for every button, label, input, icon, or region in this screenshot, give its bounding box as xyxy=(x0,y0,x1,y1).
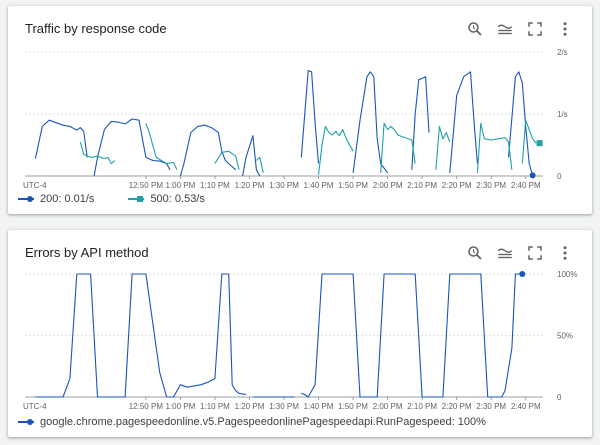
x-tick-label: 2:20 PM xyxy=(442,402,472,411)
legend-label: 200: 0.01/s xyxy=(40,193,95,205)
legend-swatch-200 xyxy=(18,194,34,204)
x-tick-label: 1:00 PM xyxy=(166,181,196,190)
x-tick-label: 1:40 PM xyxy=(304,181,334,190)
chart-legend: 200: 0.01/s 500: 0.53/s xyxy=(18,193,239,205)
y-tick-label: 100% xyxy=(557,270,577,279)
x-tick-label: 1:30 PM xyxy=(269,181,299,190)
series-end-marker xyxy=(529,172,536,179)
traffic-chart-card: Traffic by response code 0 1/s 2/s UTC-4 12:… xyxy=(8,6,592,214)
chart-legend: google.chrome.pagespeedonline.v5.Pagespe… xyxy=(18,416,520,428)
x-tick-label: 2:40 PM xyxy=(511,181,541,190)
x-tick-label: 2:30 PM xyxy=(476,402,506,411)
x-tick-label: 1:10 PM xyxy=(200,181,230,190)
legend-item-runpagespeed[interactable]: google.chrome.pagespeedonline.v5.Pagespe… xyxy=(18,416,486,428)
x-tick-label: 1:50 PM xyxy=(338,402,368,411)
legend-swatch-500 xyxy=(128,194,145,204)
x-tick-label: 12:50 PM xyxy=(129,402,164,411)
x-tick-label: 1:40 PM xyxy=(304,402,334,411)
x-tick-label: 2:00 PM xyxy=(373,402,403,411)
legend-item-200[interactable]: 200: 0.01/s xyxy=(18,193,94,205)
x-tick-label: 2:10 PM xyxy=(407,402,437,411)
x-tick-label: 1:20 PM xyxy=(235,181,265,190)
y-tick-label: 2/s xyxy=(557,48,568,57)
legend-item-500[interactable]: 500: 0.53/s xyxy=(128,193,205,205)
x-tick-label: 2:40 PM xyxy=(511,402,541,411)
series-end-marker xyxy=(536,140,543,147)
x-tick-label: 2:00 PM xyxy=(373,181,403,190)
errors-chart-card: Errors by API method 0 50% 100% UTC-4 12:50 … xyxy=(8,230,592,437)
x-tick-label: UTC-4 xyxy=(23,402,47,411)
x-tick-label: 1:30 PM xyxy=(269,402,299,411)
x-tick-label: 1:50 PM xyxy=(338,181,368,190)
y-tick-label: 1/s xyxy=(557,110,568,119)
x-tick-label: UTC-4 xyxy=(23,181,47,190)
errors-plot: 0 50% 100% UTC-4 12:50 PM 1:00 PM 1:10 PM 1:20 … xyxy=(23,270,577,411)
x-tick-label: 1:10 PM xyxy=(200,402,230,411)
legend-label: 500: 0.53/s xyxy=(150,193,205,205)
y-tick-label: 0 xyxy=(557,393,562,402)
x-tick-label: 2:20 PM xyxy=(442,181,472,190)
legend-label: google.chrome.pagespeedonline.v5.Pagespe… xyxy=(40,416,486,428)
series-line xyxy=(79,119,537,175)
series-end-marker xyxy=(519,271,526,277)
y-tick-label: 50% xyxy=(557,332,573,341)
x-tick-label: 1:20 PM xyxy=(235,402,265,411)
legend-swatch-runpagespeed xyxy=(18,417,34,427)
x-tick-label: 2:30 PM xyxy=(476,181,506,190)
y-tick-label: 0 xyxy=(557,172,562,181)
x-tick-label: 12:50 PM xyxy=(129,181,164,190)
x-tick-label: 2:10 PM xyxy=(407,181,437,190)
x-tick-label: 1:00 PM xyxy=(166,402,196,411)
traffic-plot: 0 1/s 2/s UTC-4 12:50 PM 1:00 PM 1:10 PM 1:20 P… xyxy=(23,48,568,190)
